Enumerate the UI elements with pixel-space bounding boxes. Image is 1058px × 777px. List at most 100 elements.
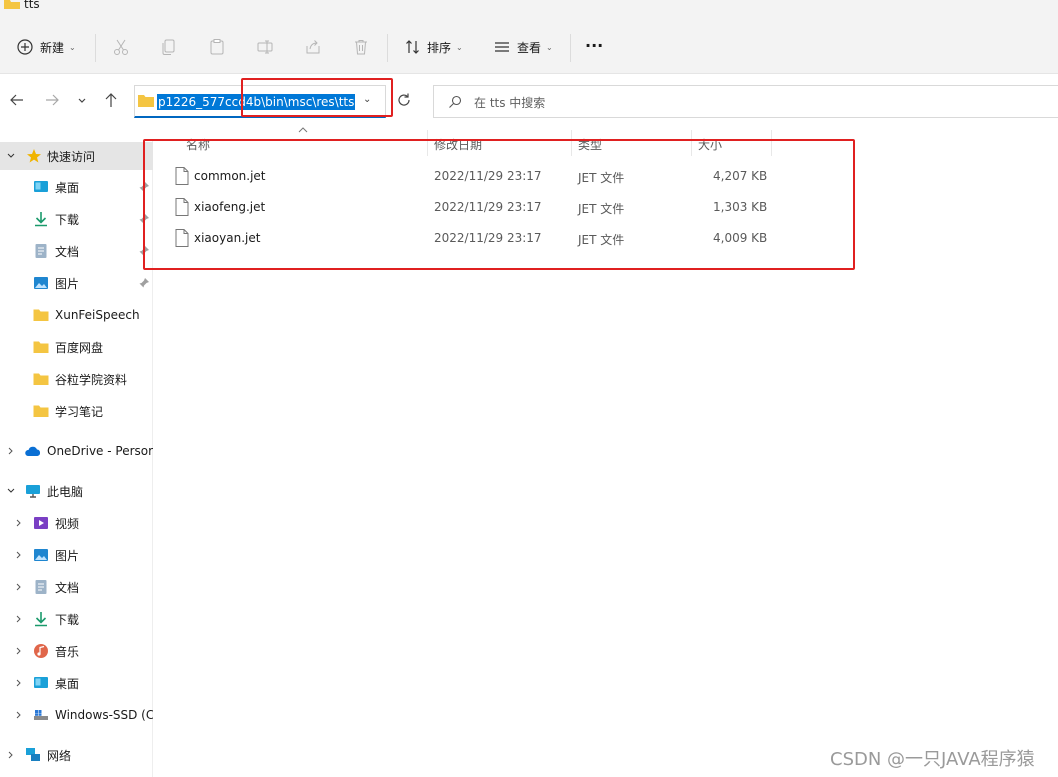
sidebar-label: 图片 — [55, 276, 80, 291]
sidebar-label: 此电脑 — [47, 484, 84, 499]
sort-label: 排序 — [427, 40, 452, 55]
chevron-right-icon[interactable] — [14, 582, 24, 592]
sidebar-label: 图片 — [55, 548, 80, 563]
sidebar-item-pictures[interactable]: 图片 — [0, 269, 153, 297]
delete-icon[interactable] — [352, 38, 370, 56]
chevron-down-icon[interactable] — [6, 486, 16, 496]
new-label: 新建 — [40, 40, 65, 55]
sidebar-item-windows-ssd[interactable]: Windows-SSD (C — [0, 701, 153, 729]
paste-icon[interactable] — [208, 38, 226, 56]
view-label: 查看 — [517, 40, 542, 55]
copy-icon[interactable] — [160, 38, 178, 56]
chevron-right-icon[interactable] — [14, 646, 24, 656]
sidebar-label: 桌面 — [55, 180, 80, 195]
folder-icon — [138, 95, 154, 107]
desktop-icon — [34, 181, 48, 192]
annotation-highlight-files — [143, 139, 855, 270]
sidebar-label: 文档 — [55, 580, 80, 595]
sidebar-item-quick-access[interactable]: 快速访问 — [0, 142, 153, 170]
desktop-icon — [34, 677, 48, 688]
sidebar-label: OneDrive - Persor — [47, 444, 153, 458]
document-icon — [35, 580, 47, 594]
download-icon — [35, 612, 47, 627]
more-options-button[interactable]: ··· — [585, 30, 603, 60]
sidebar-label: 学习笔记 — [55, 404, 104, 419]
chevron-right-icon[interactable] — [6, 750, 16, 760]
chevron-down-icon: ⌄ — [69, 42, 76, 52]
folder-icon — [33, 405, 49, 417]
sidebar-label: 百度网盘 — [55, 340, 104, 355]
download-icon — [35, 212, 47, 227]
chevron-right-icon[interactable] — [14, 678, 24, 688]
sidebar-label: 视频 — [55, 516, 80, 531]
view-button[interactable]: 查看 ⌄ — [493, 32, 553, 62]
chevron-right-icon[interactable] — [14, 614, 24, 624]
sort-ascending-icon — [298, 127, 308, 133]
refresh-icon[interactable] — [396, 92, 412, 108]
sidebar-label: 音乐 — [55, 644, 80, 659]
sidebar-label: 谷粒学院资料 — [55, 372, 128, 387]
sidebar-item-study-notes[interactable]: 学习笔记 — [0, 397, 153, 425]
back-arrow-icon[interactable] — [9, 92, 25, 108]
sidebar-item-guli-materials[interactable]: 谷粒学院资料 — [0, 365, 153, 393]
chevron-down-icon[interactable] — [6, 151, 16, 161]
sidebar-item-this-pc[interactable]: 此电脑 — [0, 477, 153, 505]
sidebar-label: 桌面 — [55, 676, 80, 691]
sidebar-item-videos[interactable]: 视频 — [0, 509, 153, 537]
chevron-down-icon: ⌄ — [456, 42, 463, 52]
cut-icon[interactable] — [112, 38, 130, 56]
chevron-down-icon: ⌄ — [546, 42, 553, 52]
sidebar-item-onedrive[interactable]: OneDrive - Persor — [0, 437, 153, 465]
folder-icon — [33, 309, 49, 321]
sidebar-item-network[interactable]: 网络 — [0, 741, 153, 769]
network-icon — [26, 748, 40, 761]
sidebar-item-pc-pictures[interactable]: 图片 — [0, 541, 153, 569]
music-icon — [34, 644, 48, 658]
sidebar-label: 下载 — [55, 212, 80, 227]
sidebar-item-pc-documents[interactable]: 文档 — [0, 573, 153, 601]
folder-icon — [4, 0, 20, 9]
sidebar-item-xunfeispeech[interactable]: XunFeiSpeech — [0, 301, 153, 329]
computer-icon — [26, 485, 40, 498]
sidebar-label: Windows-SSD (C — [55, 708, 153, 722]
sort-button[interactable]: 排序 ⌄ — [404, 32, 463, 62]
folder-icon — [33, 341, 49, 353]
sidebar-label: 网络 — [47, 748, 72, 763]
sidebar-item-desktop[interactable]: 桌面 — [0, 173, 153, 201]
up-arrow-icon[interactable] — [103, 92, 119, 108]
pictures-icon — [34, 277, 48, 289]
sidebar-item-downloads[interactable]: 下载 — [0, 205, 153, 233]
toolbar-divider — [570, 34, 571, 62]
toolbar-divider — [95, 34, 96, 62]
sidebar-item-pc-downloads[interactable]: 下载 — [0, 605, 153, 633]
search-box[interactable]: 在 tts 中搜索 — [433, 85, 1058, 118]
sidebar-label: 文档 — [55, 244, 80, 259]
toolbar-divider — [387, 34, 388, 62]
share-icon[interactable] — [304, 38, 322, 56]
drive-icon — [34, 710, 48, 720]
rename-icon[interactable] — [256, 38, 274, 56]
forward-arrow-icon[interactable] — [44, 92, 60, 108]
chevron-right-icon[interactable] — [14, 518, 24, 528]
annotation-highlight-path — [241, 78, 393, 117]
pin-icon — [139, 278, 149, 288]
recent-locations-chevron-icon[interactable] — [76, 92, 88, 108]
sort-icon — [406, 40, 419, 54]
view-list-icon — [495, 42, 509, 52]
sidebar-item-baidu-netdisk[interactable]: 百度网盘 — [0, 333, 153, 361]
sidebar-label: 下载 — [55, 612, 80, 627]
sidebar-item-pc-desktop[interactable]: 桌面 — [0, 669, 153, 697]
chevron-right-icon[interactable] — [14, 710, 24, 720]
search-icon — [449, 95, 462, 108]
videos-icon — [34, 517, 48, 529]
star-icon — [27, 149, 41, 163]
search-placeholder: 在 tts 中搜索 — [474, 96, 546, 110]
plus-circle-icon — [17, 39, 33, 55]
sidebar-item-documents[interactable]: 文档 — [0, 237, 153, 265]
chevron-right-icon[interactable] — [14, 550, 24, 560]
window-title: tts — [24, 0, 40, 11]
watermark: CSDN @一只JAVA程序猿 — [830, 749, 1035, 770]
sidebar-item-music[interactable]: 音乐 — [0, 637, 153, 665]
chevron-right-icon[interactable] — [6, 446, 16, 456]
new-button[interactable]: 新建 ⌄ — [16, 32, 76, 62]
